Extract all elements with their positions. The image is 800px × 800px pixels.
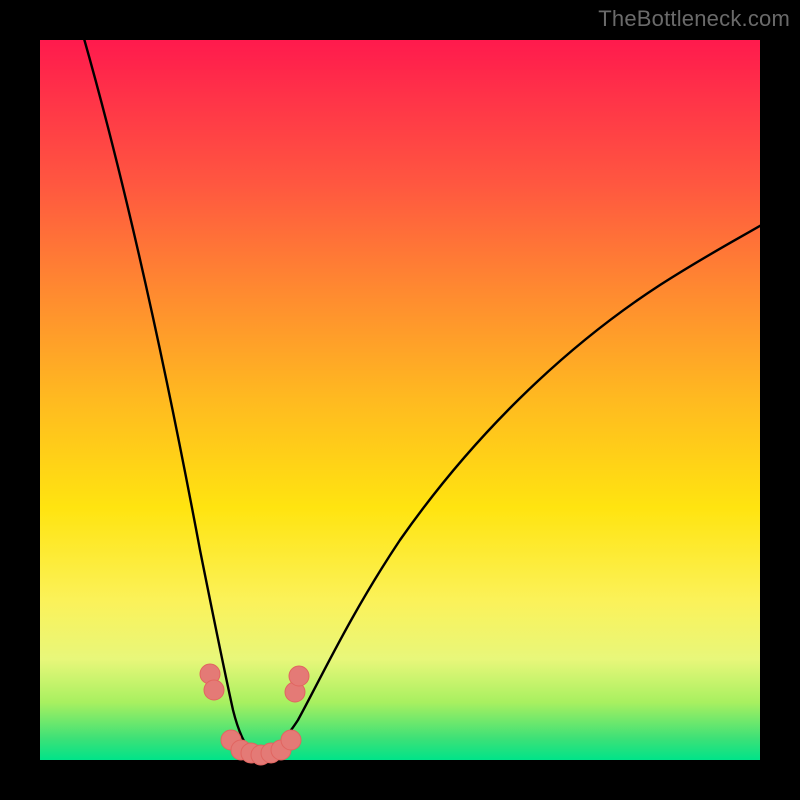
chart-svg bbox=[40, 40, 760, 760]
marker-group bbox=[200, 664, 309, 765]
left-curve bbox=[83, 35, 253, 754]
marker-dot bbox=[281, 730, 301, 750]
watermark-text: TheBottleneck.com bbox=[598, 6, 790, 32]
right-curve bbox=[260, 220, 770, 754]
plot-area bbox=[40, 40, 760, 760]
marker-dot bbox=[289, 666, 309, 686]
marker-dot bbox=[204, 680, 224, 700]
chart-frame: TheBottleneck.com bbox=[0, 0, 800, 800]
